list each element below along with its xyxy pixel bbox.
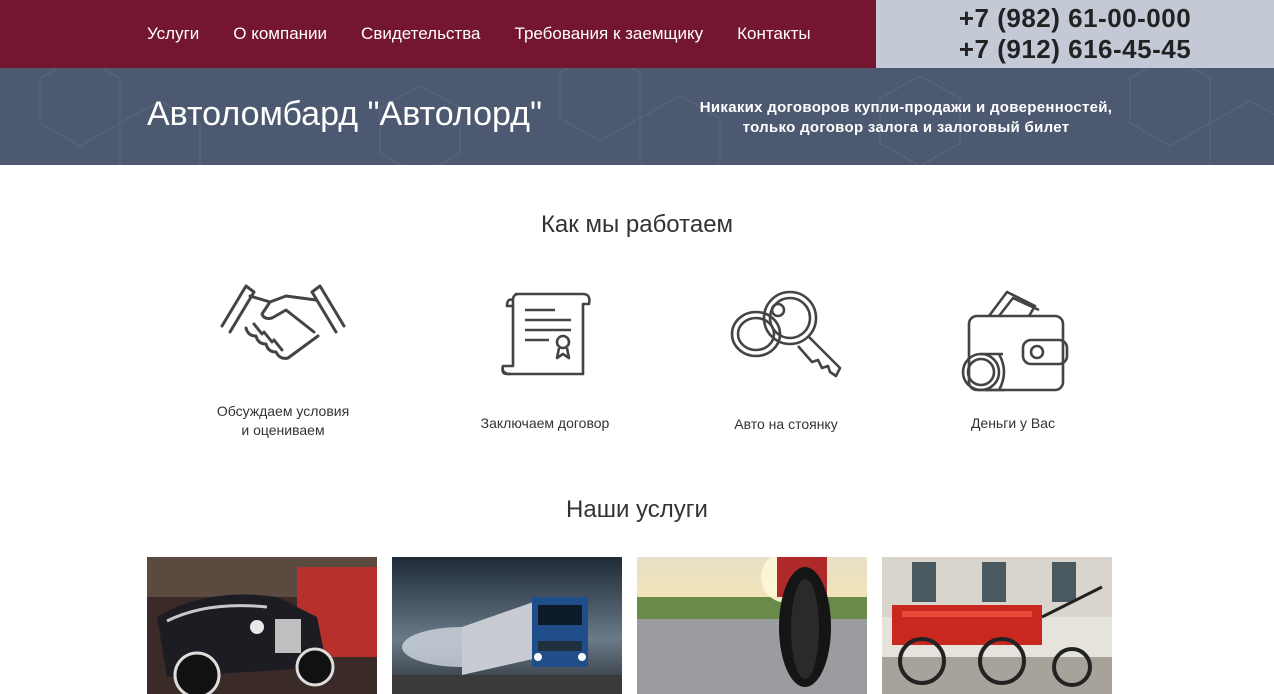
- page-title: Автоломбард "Автолорд": [147, 95, 543, 133]
- hero-subtitle-line-2: только договор залога и залоговый билет: [742, 119, 1070, 136]
- contract-scroll-icon: [501, 292, 591, 376]
- nav-item-about[interactable]: О компании: [233, 24, 327, 44]
- wallet-icon: [961, 290, 1069, 392]
- nav-item-requirements[interactable]: Требования к заемщику: [515, 24, 704, 44]
- motorcycle-photo: [637, 557, 867, 694]
- service-card-truck[interactable]: [392, 557, 622, 694]
- hero-subtitle: Никаких договоров купли-продажи и довере…: [690, 98, 1122, 138]
- service-card-motorcycle[interactable]: [637, 557, 867, 694]
- phone-block: +7 (982) 61-00-000 +7 (912) 616-45-45: [876, 0, 1274, 68]
- handshake-icon: [220, 284, 346, 360]
- hero-subtitle-line-1: Никаких договоров купли-продажи и довере…: [699, 99, 1113, 116]
- hero-banner: Автоломбард "Автолорд" Никаких договоров…: [0, 68, 1274, 165]
- step-parking: Авто на стоянку: [686, 288, 886, 434]
- step-discuss: Обсуждаем условия и оцениваем: [183, 280, 383, 440]
- phone-number-2[interactable]: +7 (912) 616-45-45: [959, 34, 1191, 65]
- how-we-work-title: Как мы работаем: [540, 211, 734, 238]
- main-nav: Услуги О компании Свидетельства Требован…: [147, 0, 845, 68]
- vintage-car-photo: [147, 557, 377, 694]
- top-bar: Услуги О компании Свидетельства Требован…: [0, 0, 1274, 68]
- nav-item-contacts[interactable]: Контакты: [737, 24, 810, 44]
- service-card-special-vehicle[interactable]: [882, 557, 1112, 694]
- services-title: Наши услуги: [566, 496, 708, 523]
- step-label-2: Заключаем договор: [480, 415, 610, 431]
- step-label-4: Деньги у Вас: [970, 415, 1056, 431]
- nav-item-services[interactable]: Услуги: [147, 24, 199, 44]
- step-label-3: Авто на стоянку: [734, 416, 838, 432]
- step-label-1: Обсуждаем условия и оцениваем: [216, 403, 350, 438]
- truck-photo: [392, 557, 622, 694]
- phone-number-1[interactable]: +7 (982) 61-00-000: [959, 3, 1191, 34]
- step-money: Деньги у Вас: [913, 288, 1113, 433]
- service-card-vintage-car[interactable]: [147, 557, 377, 694]
- special-vehicle-photo: [882, 557, 1112, 694]
- step-contract: Заключаем договор: [445, 290, 645, 433]
- nav-item-certificates[interactable]: Свидетельства: [361, 24, 480, 44]
- key-icon: [730, 290, 842, 378]
